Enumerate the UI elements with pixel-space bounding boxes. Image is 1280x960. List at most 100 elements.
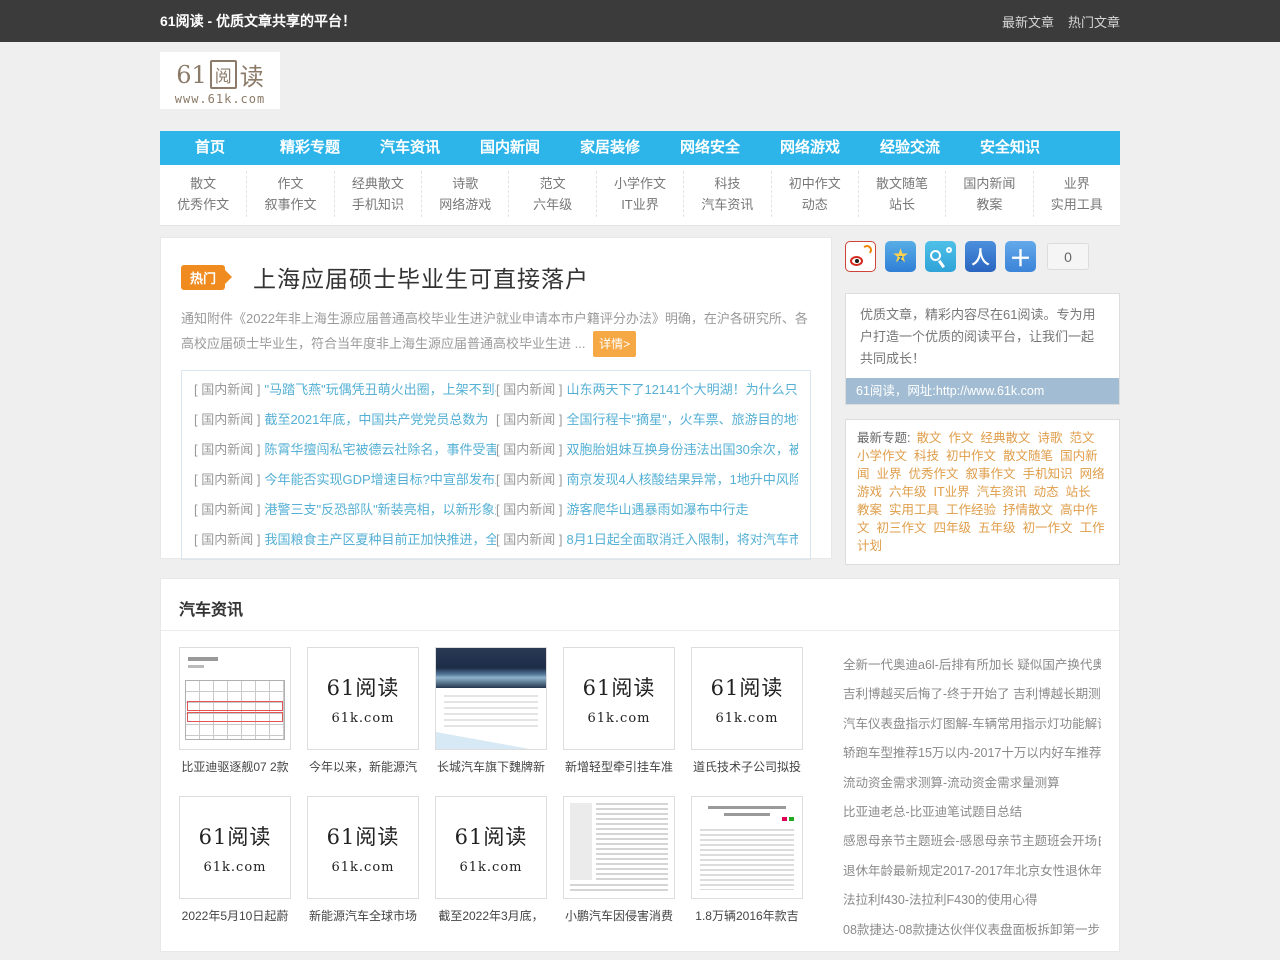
nav-item-domestic-news[interactable]: 国内新闻 <box>460 131 560 165</box>
news-link[interactable]: 山东两天下了12141个大明湖！为什么只有 <box>566 382 798 397</box>
topic-tag[interactable]: 作文 <box>949 431 974 445</box>
nav-item-online-games[interactable]: 网络游戏 <box>760 131 860 165</box>
topic-tag[interactable]: 抒情散文 <box>1003 503 1053 517</box>
article-card[interactable]: 61阅读 61k.com 今年以来，新能源汽 <box>307 647 419 783</box>
topic-tag[interactable]: 五年级 <box>978 521 1016 535</box>
nav-item-experience[interactable]: 经验交流 <box>860 131 960 165</box>
related-link[interactable]: 退休年龄最新规定2017-2017年北京女性退休年龄 <box>843 857 1101 886</box>
topic-tag[interactable]: 四年级 <box>934 521 972 535</box>
topic-tag[interactable]: 散文 <box>916 431 941 445</box>
topic-tag[interactable]: 汽车资讯 <box>977 485 1027 499</box>
related-link[interactable]: 轿跑车型推荐15万以内-2017十万以内好车推荐 销 <box>843 739 1101 768</box>
latest-articles-link[interactable]: 最新文章 <box>1002 12 1054 31</box>
subnav-link[interactable]: 六年级 <box>509 194 595 215</box>
sina-weibo-icon[interactable] <box>845 241 876 272</box>
article-card[interactable]: 小鹏汽车因侵害消费 <box>563 796 675 932</box>
news-link[interactable]: 全国行程卡"摘星"，火车票、旅游目的地等 <box>566 412 798 427</box>
topic-tag[interactable]: 业界 <box>877 467 902 481</box>
news-link[interactable]: 游客爬华山遇暴雨如瀑布中行走 <box>566 502 748 517</box>
subnav-link[interactable]: 作文 <box>247 173 333 194</box>
subnav-link[interactable]: 教案 <box>946 194 1032 215</box>
topic-tag[interactable]: 小学作文 <box>857 449 907 463</box>
article-card[interactable]: 61阅读 61k.com 新增轻型牵引挂车准 <box>563 647 675 783</box>
nav-item-network-security[interactable]: 网络安全 <box>660 131 760 165</box>
renren-icon[interactable]: 人 <box>965 241 996 272</box>
nav-item-auto-news[interactable]: 汽车资讯 <box>360 131 460 165</box>
subnav-link[interactable]: 优秀作文 <box>160 194 246 215</box>
related-link[interactable]: 比亚迪老总-比亚迪笔试题目总结 <box>843 798 1101 827</box>
article-card[interactable]: 61阅读 61k.com 道氏技术子公司拟投 <box>691 647 803 783</box>
nav-item-home-decor[interactable]: 家居装修 <box>560 131 660 165</box>
qq-zone-icon[interactable]: ★z <box>885 241 916 272</box>
subnav-link[interactable]: 散文随笔 <box>859 173 945 194</box>
related-link[interactable]: 全新一代奥迪a6l-后排有所加长 疑似国产换代奥迪 <box>843 651 1101 680</box>
related-link[interactable]: 吉利博越买后悔了-终于开始了 吉利博越长期测试 <box>843 680 1101 709</box>
topic-tag[interactable]: 初三作文 <box>877 521 927 535</box>
article-card[interactable]: 长城汽车旗下魏牌新 <box>435 647 547 783</box>
news-link[interactable]: 陈霄华擅闯私宅被德云社除名，事件受害女 <box>264 442 496 457</box>
subnav-link[interactable]: 散文 <box>160 173 246 194</box>
subnav-link[interactable]: 动态 <box>772 194 858 215</box>
read-more-link[interactable]: 详情> <box>593 331 636 357</box>
topic-tag[interactable]: 经典散文 <box>981 431 1031 445</box>
related-link[interactable]: 汽车仪表盘指示灯图解-车辆常用指示灯功能解读 <box>843 710 1101 739</box>
subnav-link[interactable]: 国内新闻 <box>946 173 1032 194</box>
nav-item-home[interactable]: 首页 <box>160 131 260 165</box>
topic-tag[interactable]: 动态 <box>1034 485 1059 499</box>
news-link[interactable]: 截至2021年底，中国共产党党员总数为 <box>264 412 488 427</box>
nav-item-topics[interactable]: 精彩专题 <box>260 131 360 165</box>
news-link[interactable]: 双胞胎姐妹互换身份违法出国30余次，被哈 <box>566 442 798 457</box>
related-link[interactable]: 法拉利f430-法拉利F430的使用心得 <box>843 886 1101 915</box>
subnav-link[interactable]: 诗歌 <box>422 173 508 194</box>
news-link[interactable]: 我国粮食主产区夏种目前正加快推进，全国 <box>264 532 496 547</box>
subnav-link[interactable]: 初中作文 <box>772 173 858 194</box>
subnav-link[interactable]: 科技 <box>684 173 770 194</box>
hot-articles-link[interactable]: 热门文章 <box>1068 12 1120 31</box>
topic-tag[interactable]: 工作经验 <box>946 503 996 517</box>
tencent-weibo-icon[interactable] <box>925 241 956 272</box>
share-more-icon[interactable]: ＋ <box>1005 241 1036 272</box>
subnav-link[interactable]: 站长 <box>859 194 945 215</box>
subnav-link[interactable]: 叙事作文 <box>247 194 333 215</box>
article-card[interactable]: 1.8万辆2016年款吉 <box>691 796 803 932</box>
topic-tag[interactable]: 优秀作文 <box>909 467 959 481</box>
topic-tag[interactable]: IT业界 <box>934 485 970 499</box>
nav-item-safety[interactable]: 安全知识 <box>960 131 1060 165</box>
subnav-link[interactable]: 业界 <box>1034 173 1120 194</box>
topic-tag[interactable]: 诗歌 <box>1038 431 1063 445</box>
site-logo[interactable]: 61 阅 读 www.61k.com <box>160 52 280 109</box>
topic-tag[interactable]: 范文 <box>1070 431 1095 445</box>
topic-tag[interactable]: 实用工具 <box>889 503 939 517</box>
topic-tag[interactable]: 站长 <box>1066 485 1091 499</box>
topic-tag[interactable]: 初一作文 <box>1023 521 1073 535</box>
topic-tag[interactable]: 教案 <box>857 503 882 517</box>
topic-tag[interactable]: 手机知识 <box>1023 467 1073 481</box>
news-link[interactable]: 今年能否实现GDP增速目标?中宣部发布发 <box>264 472 496 487</box>
news-link[interactable]: 8月1日起全面取消迁入限制，将对汽车市场 <box>566 532 798 547</box>
article-card[interactable]: 61阅读 61k.com 新能源汽车全球市场 <box>307 796 419 932</box>
related-link[interactable]: 08款捷达-08款捷达伙伴仪表盘面板拆卸第一步图 <box>843 916 1101 945</box>
subnav-link[interactable]: IT业界 <box>597 194 683 215</box>
news-link[interactable]: 港警三支"反恐部队"新装亮相，以新形象迎 <box>264 502 496 517</box>
article-card[interactable]: 61阅读 61k.com 截至2022年3月底， <box>435 796 547 932</box>
news-link[interactable]: "马踏飞燕"玩偶凭丑萌火出圈，上架不到半 <box>264 382 496 397</box>
topic-tag[interactable]: 散文随笔 <box>1003 449 1053 463</box>
subnav-link[interactable]: 范文 <box>509 173 595 194</box>
topic-tag[interactable]: 叙事作文 <box>966 467 1016 481</box>
featured-article-title[interactable]: 上海应届硕士毕业生可直接落户 <box>253 260 589 294</box>
related-link[interactable]: 感恩母亲节主题班会-感恩母亲节主题班会开场白 <box>843 827 1101 856</box>
subnav-link[interactable]: 汽车资讯 <box>684 194 770 215</box>
news-category-label: [ 国内新闻 ] <box>194 472 260 487</box>
subnav-link[interactable]: 手机知识 <box>335 194 421 215</box>
topic-tag[interactable]: 六年级 <box>889 485 927 499</box>
subnav-link[interactable]: 小学作文 <box>597 173 683 194</box>
news-link[interactable]: 南京发现4人核酸结果异常，1地升中风险 <box>566 472 798 487</box>
article-card[interactable]: 比亚迪驱逐舰07 2款 <box>179 647 291 783</box>
topic-tag[interactable]: 科技 <box>914 449 939 463</box>
subnav-link[interactable]: 实用工具 <box>1034 194 1120 215</box>
topic-tag[interactable]: 初中作文 <box>946 449 996 463</box>
article-card[interactable]: 61阅读 61k.com 2022年5月10日起蔚 <box>179 796 291 932</box>
related-link[interactable]: 流动资金需求测算-流动资金需求量测算 <box>843 769 1101 798</box>
subnav-link[interactable]: 网络游戏 <box>422 194 508 215</box>
subnav-link[interactable]: 经典散文 <box>335 173 421 194</box>
